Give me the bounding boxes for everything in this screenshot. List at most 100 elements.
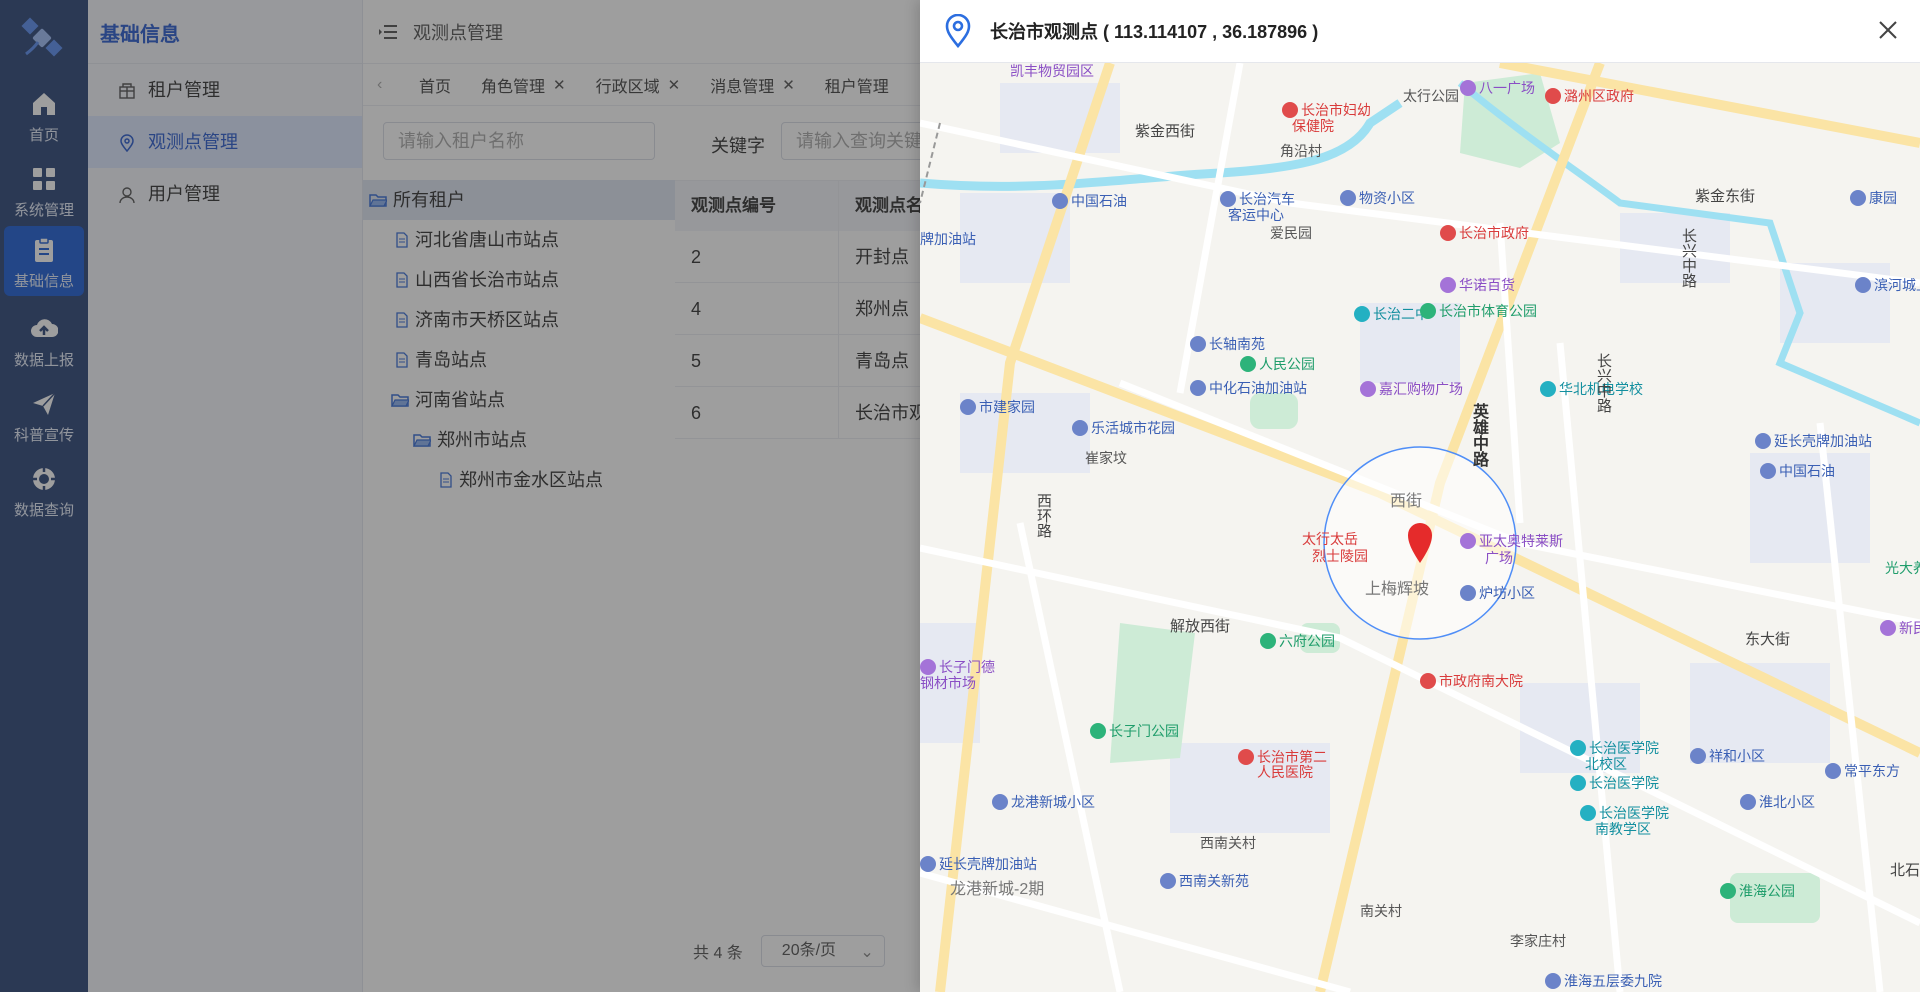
map-poi-label[interactable]: 长兴中路 [1595, 353, 1612, 413]
modal-overlay[interactable] [0, 0, 920, 992]
poi-text: 淮北小区 [1759, 794, 1815, 810]
poi-text: 烈士陵园 [1312, 548, 1368, 564]
map-poi-label[interactable]: 西南关新苑 [1160, 873, 1249, 890]
poi-text: 北校区 [1585, 756, 1627, 772]
map-poi-label[interactable]: 牌加油站 [920, 231, 976, 248]
map-poi-label[interactable]: 钢材市场 [920, 675, 976, 692]
map-drawer: 长治市观测点 ( 113.114107 , 36.187896 ) 凯丰物贸园区… [920, 0, 1920, 992]
map-poi-label[interactable]: 角沿村 [1280, 143, 1322, 160]
map-poi-label[interactable]: 长兴中路 [1680, 228, 1697, 288]
map-poi-label[interactable]: 长轴南苑 [1190, 336, 1265, 353]
map-poi-label[interactable]: 潞州区政府 [1545, 88, 1634, 105]
poi-icon [1570, 775, 1586, 791]
map-poi-label[interactable]: 祥和小区 [1690, 748, 1765, 765]
map-poi-label[interactable]: 西街 [1390, 493, 1422, 510]
map-poi-label[interactable]: 客运中心 [1228, 207, 1284, 224]
map-poi-label[interactable]: 紫金西街 [1135, 123, 1195, 140]
poi-icon [1540, 381, 1556, 397]
map-poi-label[interactable]: 东大街 [1745, 631, 1790, 648]
map-poi-label[interactable]: 长子门公园 [1090, 723, 1179, 740]
poi-icon [1880, 620, 1896, 636]
poi-text: 市建家园 [979, 399, 1035, 415]
map-poi-label[interactable]: 华诺百货 [1440, 277, 1515, 294]
map-poi-label[interactable]: 长治汽车 [1220, 191, 1295, 208]
poi-icon [1260, 633, 1276, 649]
map-poi-label[interactable]: 长治市妇幼 [1282, 102, 1371, 119]
map-poi-label[interactable]: 常平东方 [1825, 763, 1900, 780]
map-poi-label[interactable]: 淮海五层委九院 [1545, 973, 1662, 990]
poi-text: 保健院 [1292, 118, 1334, 134]
map-poi-label[interactable]: 中国石油 [1760, 463, 1835, 480]
map-poi-label[interactable]: 解放西街 [1170, 618, 1230, 635]
map-poi-label[interactable]: 凯丰物贸园区 [1010, 63, 1094, 80]
poi-icon [1460, 80, 1476, 96]
map-poi-label[interactable]: 淮海公园 [1720, 883, 1795, 900]
map-poi-label[interactable]: 南教学区 [1595, 821, 1651, 838]
map-poi-label[interactable]: 西南关村 [1200, 835, 1256, 852]
map-poi-label[interactable]: 长治市体育公园 [1420, 303, 1537, 320]
map-view[interactable]: 凯丰物贸园区长治市妇幼 保健院 太行公园 八一广场 潞州区政府紫金西街角沿村长治汽车 客运… [920, 63, 1920, 992]
map-poi-label[interactable]: 延长壳牌加油站 [1755, 433, 1872, 450]
map-poi-label[interactable]: 英雄中路 [1470, 403, 1487, 467]
map-poi-label[interactable]: 北校区 [1585, 756, 1627, 773]
map-poi-label[interactable]: 长治二中 [1354, 306, 1429, 323]
map-poi-label[interactable]: 保健院 [1292, 118, 1334, 135]
map-poi-label[interactable]: 光大养 [1885, 560, 1920, 577]
map-poi-label[interactable]: 广场 [1485, 550, 1513, 567]
map-poi-label[interactable]: 长治市政府 [1440, 225, 1529, 242]
map-poi-label[interactable]: 八一广场 [1460, 80, 1535, 97]
map-poi-label[interactable]: 龙港新城小区 [992, 794, 1095, 811]
map-poi-label[interactable]: 六府公园 [1260, 633, 1335, 650]
poi-icon [1740, 794, 1756, 810]
map-poi-label[interactable]: 人民公园 [1240, 356, 1315, 373]
map-poi-label[interactable]: 长治医学院 [1580, 805, 1669, 822]
map-poi-label[interactable]: 物资小区 [1340, 190, 1415, 207]
poi-text: 新民装饰城 [1899, 620, 1920, 636]
map-poi-label[interactable]: 上梅辉坡 [1365, 581, 1429, 598]
map-poi-label[interactable]: 龙港新城-2期 [950, 881, 1044, 898]
close-icon[interactable] [1876, 18, 1900, 42]
map-poi-label[interactable]: 北石 [1890, 862, 1920, 879]
map-poi-label[interactable]: 淮北小区 [1740, 794, 1815, 811]
map-poi-label[interactable]: 太行公园 [1403, 88, 1459, 105]
map-poi-label[interactable]: 南关村 [1360, 903, 1402, 920]
map-poi-label[interactable]: 康园 [1850, 190, 1897, 207]
poi-text: 上梅辉坡 [1365, 581, 1430, 598]
map-poi-label[interactable]: 市政府南大院 [1420, 673, 1523, 690]
map-poi-label[interactable]: 紫金东街 [1695, 188, 1755, 205]
poi-text: 长治市体育公园 [1439, 303, 1537, 319]
poi-icon [1190, 380, 1206, 396]
map-poi-label[interactable]: 华北机电学校 [1540, 381, 1643, 398]
map-poi-label[interactable]: 炉坊小区 [1460, 585, 1535, 602]
map-poi-label[interactable]: 嘉汇购物广场 [1360, 381, 1463, 398]
poi-text: 长兴中路 [1680, 228, 1697, 288]
map-poi-label[interactable]: 长治医学院 [1570, 775, 1659, 792]
poi-text: 八一广场 [1479, 80, 1535, 96]
map-poi-label[interactable]: 市建家园 [960, 399, 1035, 416]
map-poi-label[interactable]: 中化石油加油站 [1190, 380, 1307, 397]
map-poi-label[interactable]: 崔家坟 [1085, 450, 1127, 467]
poi-icon [1460, 533, 1476, 549]
map-poi-label[interactable]: 乐活城市花园 [1072, 420, 1175, 437]
poi-icon [1190, 336, 1206, 352]
map-poi-label[interactable]: 新民装饰城 [1880, 620, 1920, 637]
poi-text: 李家庄村 [1510, 933, 1566, 949]
poi-icon [1755, 433, 1771, 449]
map-poi-label[interactable]: 滨河城上城 [1855, 277, 1920, 294]
poi-text: 西环路 [1035, 493, 1052, 538]
map-poi-label[interactable]: 烈士陵园 [1312, 548, 1368, 565]
map-poi-label[interactable]: 中国石油 [1052, 193, 1127, 210]
poi-text: 长治医学院 [1599, 805, 1669, 821]
map-poi-label[interactable]: 长子门德 [920, 659, 995, 676]
location-pin-icon [945, 14, 971, 48]
map-poi-label[interactable]: 长治医学院 [1570, 740, 1659, 757]
poi-text: 延长壳牌加油站 [939, 856, 1037, 872]
map-poi-label[interactable]: 李家庄村 [1510, 933, 1566, 950]
map-poi-label[interactable]: 亚太奥特莱斯 [1460, 533, 1563, 550]
map-poi-label[interactable]: 太行太岳 [1302, 531, 1358, 548]
poi-icon [960, 399, 976, 415]
map-poi-label[interactable]: 延长壳牌加油站 [920, 856, 1037, 873]
map-poi-label[interactable]: 人民医院 [1257, 764, 1313, 781]
map-poi-label[interactable]: 爱民园 [1270, 225, 1312, 242]
map-poi-label[interactable]: 西环路 [1035, 493, 1052, 538]
